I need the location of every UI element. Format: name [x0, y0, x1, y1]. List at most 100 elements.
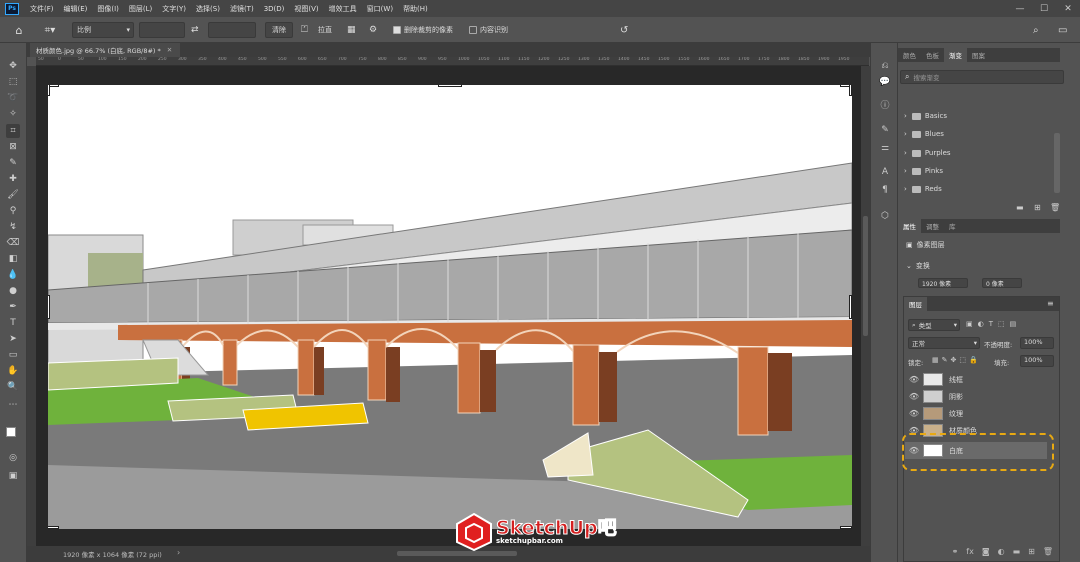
document-image[interactable]	[48, 85, 852, 529]
history-brush-icon[interactable]: ↯	[6, 220, 20, 234]
marquee-tool-icon[interactable]: ⬚	[6, 75, 20, 89]
menu-filter[interactable]: 滤镜(T)	[225, 4, 259, 14]
eye-icon[interactable]: 👁	[905, 409, 923, 418]
mask-icon[interactable]: ◙	[982, 547, 990, 561]
transform-row[interactable]: ⌄ 变换	[906, 261, 930, 271]
magic-wand-icon[interactable]: ✧	[6, 107, 20, 121]
blur-tool-icon[interactable]: 💧	[6, 268, 20, 282]
eye-icon[interactable]: 👁	[905, 375, 923, 384]
tab-swatches[interactable]: 色板	[921, 48, 944, 62]
rectangle-tool-icon[interactable]: ▭	[6, 348, 20, 362]
minimize-button[interactable]: —	[1010, 0, 1030, 17]
new-gradient-icon[interactable]: ⊞	[1034, 203, 1041, 212]
tab-color[interactable]: 颜色	[898, 48, 921, 62]
folder-reds[interactable]: › Reds	[904, 182, 942, 196]
document-tab[interactable]: 材质颜色.jpg @ 66.7% (白底, RGB/8#) * ✕	[30, 43, 180, 57]
adjustments-panel-icon[interactable]: ⚌	[878, 141, 892, 155]
fill-input[interactable]: 100%	[1020, 355, 1054, 367]
crop-handle-bottom-left[interactable]	[48, 526, 59, 529]
new-layer-icon[interactable]: ⊞	[1028, 547, 1035, 561]
crop-handle-top[interactable]	[438, 85, 462, 87]
stamp-tool-icon[interactable]: ⚲	[6, 204, 20, 218]
tab-layers[interactable]: 图层	[904, 297, 927, 311]
move-tool-icon[interactable]: ✥	[6, 59, 20, 73]
folder-pinks[interactable]: › Pinks	[904, 164, 943, 178]
folder-basics[interactable]: › Basics	[904, 109, 947, 123]
width-input[interactable]	[139, 22, 185, 38]
gradient-search-field[interactable]: ⌕ 搜索渐变	[900, 70, 1064, 84]
menu-type[interactable]: 文字(Y)	[157, 4, 191, 14]
workspace-icon[interactable]: ▭	[1058, 22, 1067, 38]
scrollbar-thumb[interactable]	[863, 216, 868, 336]
menu-window[interactable]: 窗口(W)	[362, 4, 398, 14]
paragraph-panel-icon[interactable]: ¶	[878, 183, 892, 197]
screen-mode-icon[interactable]: ▣	[6, 469, 20, 483]
group-icon[interactable]: ▬	[1013, 547, 1021, 561]
frame-tool-icon[interactable]: ⊠	[6, 140, 20, 154]
crop-handle-top-left-v[interactable]	[48, 85, 50, 96]
brushes-panel-icon[interactable]: ✎	[878, 123, 892, 137]
trash-icon[interactable]: 🗑	[1050, 203, 1060, 212]
gear-icon[interactable]: ⚙	[369, 22, 381, 38]
blend-mode-dropdown[interactable]: 正常 ▾	[908, 337, 980, 349]
gradient-tool-icon[interactable]: ◧	[6, 252, 20, 266]
panel-menu-icon[interactable]: ≡	[1047, 299, 1054, 308]
fx-icon[interactable]: fx	[966, 547, 974, 561]
adjustment-icon[interactable]: ◐	[998, 547, 1005, 561]
menu-file[interactable]: 文件(F)	[25, 4, 59, 14]
tab-gradients[interactable]: 渐变	[944, 48, 967, 62]
tab-properties[interactable]: 属性	[898, 219, 921, 233]
pen-tool-icon[interactable]: ✒	[6, 300, 20, 314]
crop-handle-bottom-right[interactable]	[840, 526, 852, 529]
lasso-tool-icon[interactable]: ➰	[6, 91, 20, 105]
status-arrow-icon[interactable]: ›	[177, 548, 180, 557]
menu-image[interactable]: 图像(I)	[92, 4, 124, 14]
menu-plugins[interactable]: 增效工具	[324, 4, 362, 14]
link-icon[interactable]: ⚭	[952, 547, 959, 561]
straighten-label[interactable]: 拉直	[318, 22, 332, 38]
search-icon[interactable]: ⌕	[1033, 22, 1039, 38]
path-select-icon[interactable]: ➤	[6, 332, 20, 346]
menu-layer[interactable]: 图层(L)	[124, 4, 157, 14]
layer-row[interactable]: 👁 阴影	[905, 388, 1047, 405]
trash-icon[interactable]: 🗑	[1043, 547, 1053, 561]
3d-panel-icon[interactable]: ⬡	[878, 209, 892, 223]
tab-libraries[interactable]: 库	[944, 219, 961, 233]
eyedropper-icon[interactable]: ✎	[6, 156, 20, 170]
layer-row[interactable]: 👁 线框	[905, 371, 1047, 388]
vertical-scrollbar[interactable]	[861, 66, 870, 546]
tab-patterns[interactable]: 图案	[967, 48, 990, 62]
comments-panel-icon[interactable]: 💬	[878, 75, 892, 89]
layer-filter-dropdown[interactable]: ⌕ 类型 ▾	[908, 319, 960, 331]
menu-view[interactable]: 视图(V)	[289, 4, 323, 14]
transform-width-field[interactable]: 1920 像素	[918, 278, 968, 288]
overlay-grid-icon[interactable]: ▦	[347, 22, 359, 38]
home-icon[interactable]: ⌂	[12, 22, 26, 38]
foreground-color-swatch[interactable]	[6, 427, 16, 437]
gradients-scrollbar[interactable]	[1054, 133, 1060, 193]
folder-blues[interactable]: › Blues	[904, 127, 944, 141]
content-aware-checkbox[interactable]: 内容识别	[469, 22, 508, 38]
menu-3d[interactable]: 3D(D)	[259, 5, 290, 13]
menu-edit[interactable]: 编辑(E)	[59, 4, 93, 14]
opacity-input[interactable]: 100%	[1020, 337, 1054, 349]
height-input[interactable]	[208, 22, 256, 38]
quick-mask-icon[interactable]: ◎	[6, 451, 20, 465]
new-group-icon[interactable]: ▬	[1016, 203, 1024, 212]
layer-filter-icons[interactable]: ▣◐T⬚▤	[966, 320, 1021, 328]
straighten-icon[interactable]: ⏍	[301, 22, 313, 38]
history-panel-icon[interactable]: ⎌	[878, 59, 892, 73]
lock-icons[interactable]: ▦✎✥⬚🔒	[932, 356, 981, 364]
eraser-icon[interactable]: ⌫	[6, 236, 20, 250]
crop-handle-left[interactable]	[48, 295, 50, 319]
clear-button[interactable]: 清除	[265, 22, 293, 38]
menu-help[interactable]: 帮助(H)	[398, 4, 433, 14]
crop-tool-icon[interactable]: ⌗	[6, 124, 20, 138]
ratio-dropdown[interactable]: 比例 ▾	[72, 22, 134, 38]
info-panel-icon[interactable]: ⓘ	[878, 97, 892, 111]
layer-row[interactable]: 👁 纹理	[905, 405, 1047, 422]
transform-height-field[interactable]: 0 像素	[982, 278, 1022, 288]
healing-brush-icon[interactable]: ✚	[6, 172, 20, 186]
tab-adjustments[interactable]: 调整	[921, 219, 944, 233]
close-tab-icon[interactable]: ✕	[167, 46, 172, 54]
